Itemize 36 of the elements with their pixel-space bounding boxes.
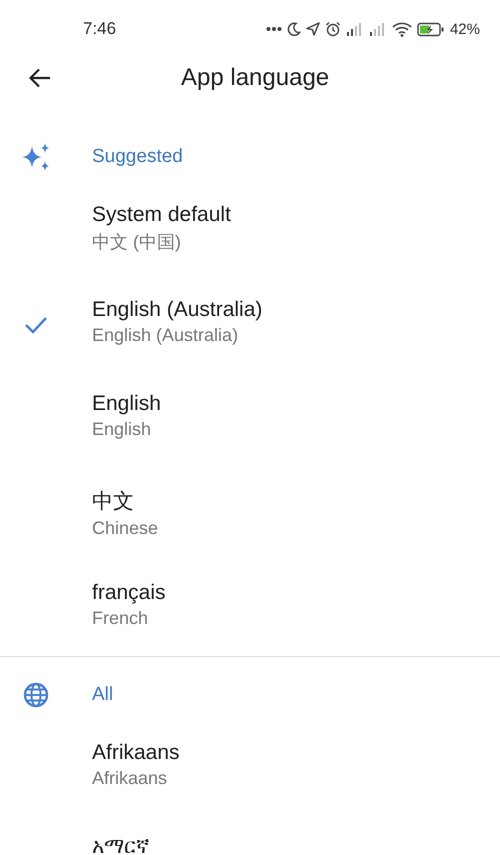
moon-icon — [286, 22, 301, 36]
language-name: English — [92, 392, 161, 416]
language-item[interactable]: አማርኛ — [0, 819, 500, 855]
language-subtitle: Afrikaans — [92, 768, 168, 788]
language-item[interactable]: Afrikaans Afrikaans — [0, 724, 500, 819]
language-subtitle: 中文 (中国) — [92, 231, 182, 254]
back-arrow-icon — [29, 68, 51, 88]
signal-icon — [368, 22, 387, 36]
battery-percentage: 42% — [450, 20, 480, 38]
language-name: Afrikaans — [92, 740, 180, 764]
status-time: 7:46 — [83, 19, 116, 39]
more-icon — [266, 26, 282, 32]
location-icon — [306, 22, 320, 36]
sparkle-icon — [21, 143, 51, 171]
language-item[interactable]: System default 中文 (中国) — [0, 187, 500, 282]
language-name: English (Australia) — [92, 298, 262, 322]
section-header: Suggested — [92, 146, 183, 168]
language-subtitle: French — [92, 608, 150, 629]
language-name: አማርኛ — [92, 835, 149, 855]
signal-icon — [346, 22, 364, 36]
battery-icon — [416, 22, 445, 36]
language-item[interactable]: English (Australia) English (Australia) — [0, 282, 500, 376]
language-subtitle: English — [92, 419, 152, 440]
language-item[interactable]: 中文 Chinese — [0, 470, 500, 565]
alarm-icon — [324, 21, 341, 37]
page-title: App language — [181, 64, 330, 92]
language-subtitle: Chinese — [92, 518, 158, 538]
language-name: français — [92, 581, 166, 605]
section-header: All — [92, 684, 114, 706]
language-name: System default — [92, 203, 231, 227]
language-item[interactable]: English English — [0, 376, 500, 470]
language-subtitle: English (Australia) — [92, 324, 240, 346]
language-name: 中文 — [92, 488, 135, 514]
language-item[interactable]: français French — [0, 565, 500, 660]
globe-icon — [23, 682, 49, 708]
wifi-icon — [392, 22, 412, 36]
